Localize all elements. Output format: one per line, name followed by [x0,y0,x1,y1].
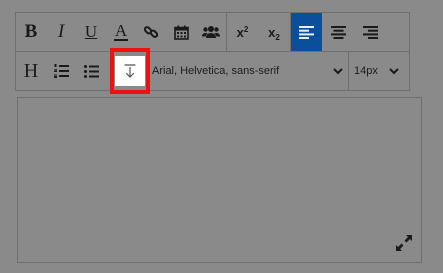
text-color-button[interactable]: A [106,13,136,51]
superscript-button[interactable]: x2 [226,13,258,51]
align-center-button[interactable] [322,13,354,51]
font-family-select[interactable]: Arial, Helvetica, sans-serif [152,52,348,90]
font-family-value: Arial, Helvetica, sans-serif [152,65,280,77]
underline-icon: U [84,22,98,41]
italic-button[interactable]: I [46,13,76,51]
expand-button[interactable] [395,234,413,252]
bold-icon: B [24,21,38,42]
ordered-list-button[interactable] [46,52,76,90]
superscript-icon: x2 [236,24,249,40]
users-button[interactable] [196,13,226,51]
chevron-down-icon [332,67,344,75]
bullet-list-button[interactable] [76,52,106,90]
underline-button[interactable]: U [76,13,106,51]
bold-button[interactable]: B [16,13,46,51]
subscript-button[interactable]: x2 [258,13,290,51]
insert-below-highlight [110,48,150,94]
insert-below-button[interactable] [115,56,145,86]
align-left-button[interactable] [290,13,322,51]
font-size-value: 14px [354,65,378,77]
bullet-list-icon [83,64,99,78]
font-size-select[interactable]: 14px [348,52,404,90]
chevron-down-icon [388,67,400,75]
insert-below-icon [124,64,136,78]
editor-toolbar: B I U A x2 x2 H Arial, Helvetica, sans-s… [15,12,410,94]
users-icon [202,26,220,38]
heading-button[interactable]: H [16,52,46,90]
link-icon [143,26,159,38]
editor-content-area[interactable] [17,97,422,263]
text-color-bar [114,39,128,41]
expand-icon [396,235,412,251]
align-right-icon [362,25,378,39]
align-center-icon [330,25,346,39]
calendar-icon [173,25,189,40]
subscript-icon: x2 [268,24,280,42]
align-left-icon [299,25,314,39]
calendar-button[interactable] [166,13,196,51]
italic-icon: I [57,21,65,42]
heading-icon: H [23,59,39,82]
toolbar-row-formatting: B I U A x2 x2 [16,13,409,51]
ordered-list-icon [53,64,69,78]
toolbar-row-paragraph: H Arial, Helvetica, sans-serif 14px [16,48,409,94]
text-color-icon: A [114,21,128,40]
align-right-button[interactable] [354,13,386,51]
link-button[interactable] [136,13,166,51]
